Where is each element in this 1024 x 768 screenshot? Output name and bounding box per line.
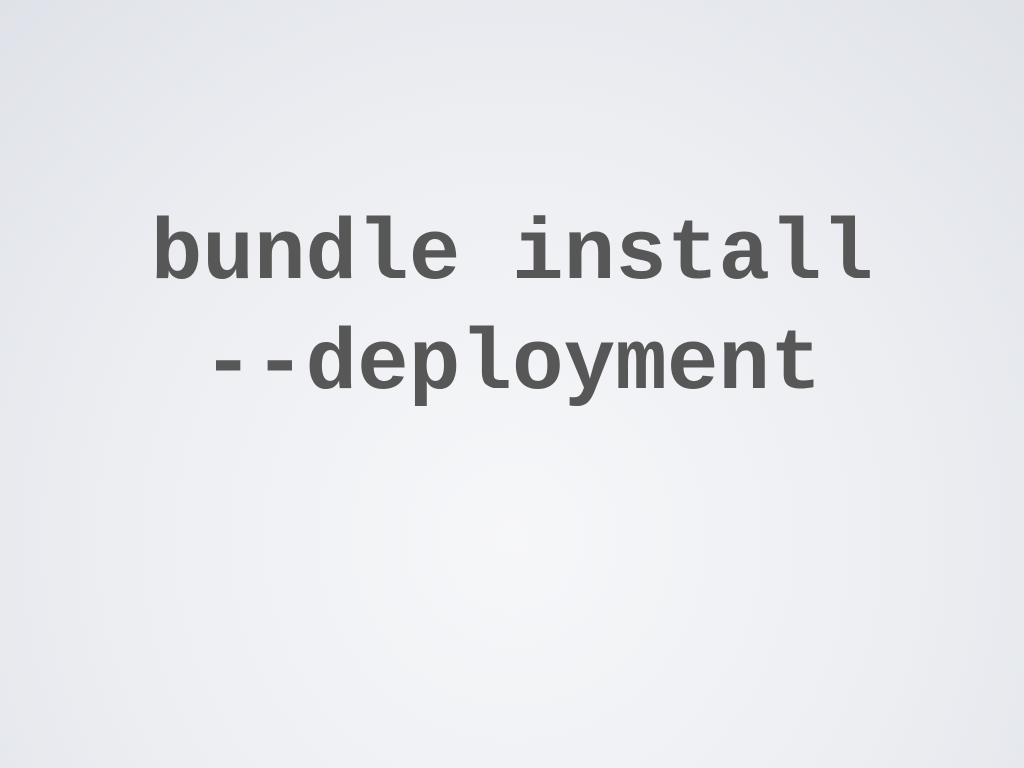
slide: bundle install --deployment (0, 0, 1024, 768)
command-line-1: bundle install (150, 206, 874, 304)
command-line-2: --deployment (202, 316, 822, 414)
command-text: bundle install --deployment (0, 200, 1024, 420)
